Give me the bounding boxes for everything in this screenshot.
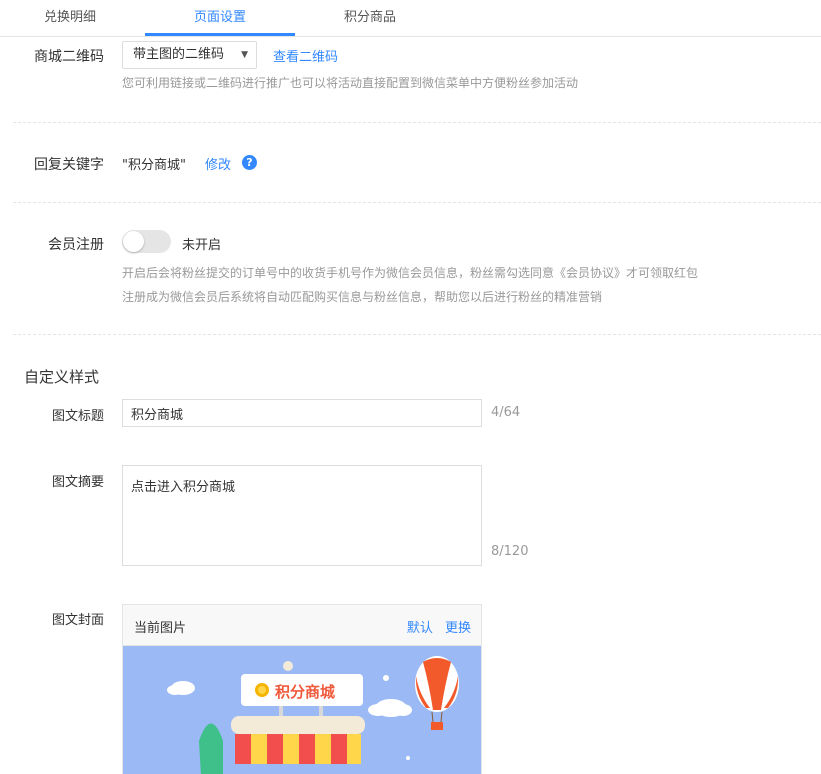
member-help-line1: 开启后会将粉丝提交的订单号中的收货手机号作为微信会员信息，粉丝需勾选同意《会员协… bbox=[122, 266, 699, 280]
title-label: 图文标题 bbox=[51, 409, 104, 424]
summary-char-count: 8/120 bbox=[491, 544, 529, 559]
cover-panel: 当前图片 默认 更换 积分商城 bbox=[122, 604, 482, 774]
shop-illustration: 积分商城 bbox=[123, 646, 481, 774]
tab-points-products[interactable]: 积分商品 bbox=[295, 0, 445, 36]
section-title: 自定义样式 bbox=[24, 368, 100, 386]
change-cover-link[interactable]: 更换 bbox=[445, 621, 471, 636]
article-title-input[interactable] bbox=[122, 399, 482, 427]
member-help-line2: 注册成为微信会员后系统将自动匹配购买信息与粉丝信息，帮助您以后进行粉丝的精准营销 bbox=[122, 290, 603, 304]
view-qrcode-link[interactable]: 查看二维码 bbox=[273, 46, 338, 65]
section-divider bbox=[13, 122, 821, 123]
tab-bar: 兑换明细 页面设置 积分商品 bbox=[0, 0, 821, 37]
default-cover-link[interactable]: 默认 bbox=[407, 621, 433, 636]
active-tab-indicator bbox=[145, 33, 295, 36]
title-char-count: 4/64 bbox=[491, 405, 521, 420]
article-summary-textarea[interactable]: 点击进入积分商城 bbox=[122, 465, 482, 566]
cover-header: 当前图片 默认 更换 bbox=[123, 605, 481, 646]
qrcode-label: 商城二维码 bbox=[34, 49, 104, 65]
member-status: 未开启 bbox=[182, 238, 222, 253]
section-divider bbox=[13, 202, 821, 203]
question-icon[interactable]: ? bbox=[242, 155, 257, 170]
member-label: 会员注册 bbox=[48, 237, 104, 253]
summary-label: 图文摘要 bbox=[51, 475, 104, 490]
cover-image: 积分商城 bbox=[123, 646, 481, 774]
cover-header-title: 当前图片 bbox=[134, 621, 187, 636]
qrcode-type-select[interactable]: 带主图的二维码 ▼ bbox=[122, 41, 257, 69]
qrcode-help-text: 您可利用链接或二维码进行推广也可以将活动直接配置到微信菜单中方便粉丝参加活动 bbox=[122, 76, 579, 90]
cover-actions: 默认 更换 bbox=[407, 617, 471, 636]
member-register-toggle[interactable] bbox=[122, 230, 171, 253]
banner-text: 积分商城 bbox=[275, 683, 335, 701]
tab-exchange-details[interactable]: 兑换明细 bbox=[0, 0, 140, 36]
section-divider bbox=[13, 334, 821, 335]
qrcode-select-value: 带主图的二维码 bbox=[133, 47, 225, 62]
tab-page-settings[interactable]: 页面设置 bbox=[145, 0, 295, 36]
cover-label: 图文封面 bbox=[51, 613, 104, 628]
toggle-knob bbox=[123, 231, 144, 252]
edit-keyword-link[interactable]: 修改 bbox=[205, 154, 231, 173]
keyword-label: 回复关键字 bbox=[34, 157, 104, 173]
keyword-value: "积分商城" bbox=[122, 158, 186, 173]
chevron-down-icon: ▼ bbox=[241, 50, 248, 60]
